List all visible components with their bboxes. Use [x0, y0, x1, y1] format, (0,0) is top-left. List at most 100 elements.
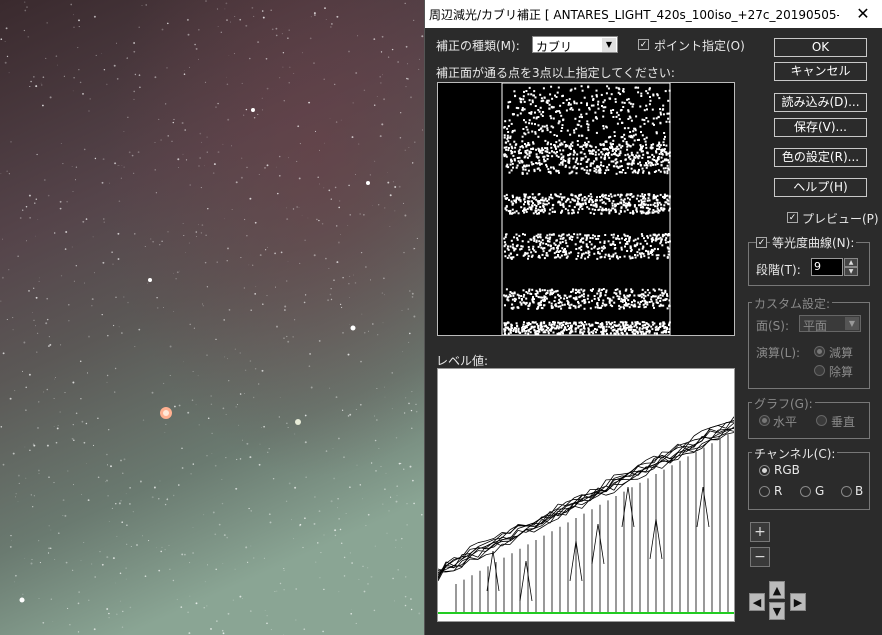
- save-button[interactable]: 保存(V)...: [774, 118, 867, 137]
- noise-dot: [657, 155, 660, 158]
- noise-dot: [576, 153, 579, 156]
- noise-dot: [530, 325, 533, 328]
- noise-dot: [564, 144, 567, 146]
- noise-dot: [567, 212, 570, 215]
- star: [328, 268, 330, 270]
- noise-dot: [651, 122, 654, 125]
- noise-dot: [575, 257, 578, 260]
- star: [206, 136, 208, 138]
- vertical-radio[interactable]: [816, 415, 827, 426]
- star: [261, 303, 264, 306]
- preview-checkbox[interactable]: ✓: [787, 212, 798, 223]
- noise-dot: [560, 198, 563, 201]
- noise-dot: [649, 164, 652, 167]
- star: [226, 260, 228, 262]
- point-checkbox[interactable]: ✓: [638, 39, 649, 50]
- spin-down-icon[interactable]: ▼: [844, 267, 858, 276]
- noise-dot: [543, 289, 546, 292]
- noise-dot: [575, 298, 578, 300]
- noise-dot: [620, 300, 623, 303]
- surface-select[interactable]: 平面 ▼: [799, 315, 861, 333]
- channel-b-radio[interactable]: [841, 486, 852, 497]
- graph-line: [477, 542, 487, 547]
- star: [172, 121, 174, 124]
- star: [33, 287, 35, 289]
- horizontal-radio[interactable]: [759, 415, 770, 426]
- noise-dot: [650, 147, 653, 150]
- noise-dot: [657, 233, 660, 236]
- zoom-out-button[interactable]: −: [750, 547, 770, 567]
- star: [25, 206, 28, 208]
- star: [150, 238, 152, 240]
- steps-input[interactable]: 9: [811, 258, 843, 276]
- contour-checkbox[interactable]: ✓: [756, 237, 767, 248]
- star: [78, 26, 80, 28]
- noise-dot: [523, 193, 526, 196]
- star: [173, 311, 175, 312]
- noise-dot: [614, 211, 617, 213]
- noise-dot: [588, 240, 591, 243]
- noise-dot: [666, 112, 669, 115]
- noise-dot: [589, 164, 592, 167]
- channel-g-radio[interactable]: [800, 486, 811, 497]
- horizontal-label: 水平: [773, 415, 798, 429]
- graph-line: [613, 473, 623, 476]
- left-arrow-icon[interactable]: ◀: [749, 593, 765, 611]
- channel-r-radio[interactable]: [759, 486, 770, 497]
- noise-dot: [575, 102, 578, 105]
- zoom-in-button[interactable]: +: [750, 522, 770, 542]
- star: [161, 546, 163, 548]
- noise-dot: [524, 143, 526, 145]
- noise-dot: [524, 168, 527, 171]
- down-arrow-icon[interactable]: ▼: [769, 602, 785, 620]
- noise-dot: [551, 306, 554, 309]
- help-button[interactable]: ヘルプ(H): [774, 178, 867, 197]
- channel-rgb-radio[interactable]: [759, 465, 770, 476]
- noise-dot: [641, 327, 644, 330]
- surface-preview-canvas[interactable]: [438, 82, 734, 336]
- close-icon[interactable]: ✕: [849, 3, 877, 25]
- level-graph[interactable]: [437, 368, 735, 622]
- star: [394, 210, 396, 212]
- noise-dot: [619, 256, 622, 259]
- divide-radio[interactable]: [814, 365, 825, 376]
- ok-button[interactable]: OK: [774, 38, 867, 57]
- star: [174, 405, 176, 408]
- noise-dot: [599, 256, 602, 259]
- noise-dot: [652, 209, 655, 211]
- star: [141, 5, 143, 6]
- graph-line: [525, 560, 533, 602]
- star: [40, 82, 42, 84]
- noise-dot: [503, 294, 506, 297]
- load-button[interactable]: 読み込み(D)...: [774, 93, 867, 112]
- noise-dot: [599, 196, 601, 198]
- noise-dot: [568, 233, 570, 236]
- noise-dot: [627, 118, 630, 120]
- right-arrow-icon[interactable]: ▶: [790, 593, 806, 611]
- subtract-radio[interactable]: [814, 346, 825, 357]
- noise-dot: [503, 136, 506, 139]
- cancel-button[interactable]: キャンセル: [774, 62, 867, 81]
- star: [187, 33, 190, 36]
- color-settings-button[interactable]: 色の設定(R)...: [774, 148, 867, 167]
- star: [401, 547, 402, 549]
- level-graph-canvas[interactable]: [437, 369, 735, 621]
- noise-dot: [663, 204, 666, 207]
- noise-dot: [662, 330, 665, 333]
- noise-dot: [540, 299, 543, 302]
- noise-dot: [559, 193, 562, 196]
- noise-dot: [581, 199, 584, 202]
- star: [29, 449, 31, 451]
- noise-dot: [626, 234, 629, 237]
- star: [199, 132, 202, 135]
- star: [347, 415, 350, 417]
- surface-preview[interactable]: [437, 82, 735, 336]
- up-arrow-icon[interactable]: ▲: [769, 581, 785, 599]
- noise-dot: [539, 93, 542, 96]
- noise-dot: [526, 322, 529, 325]
- correction-type-select[interactable]: カブリ ▼: [532, 36, 618, 54]
- steps-label: 段階(T):: [756, 263, 801, 277]
- star: [126, 57, 128, 59]
- spin-up-icon[interactable]: ▲: [844, 258, 858, 267]
- noise-dot: [668, 207, 671, 210]
